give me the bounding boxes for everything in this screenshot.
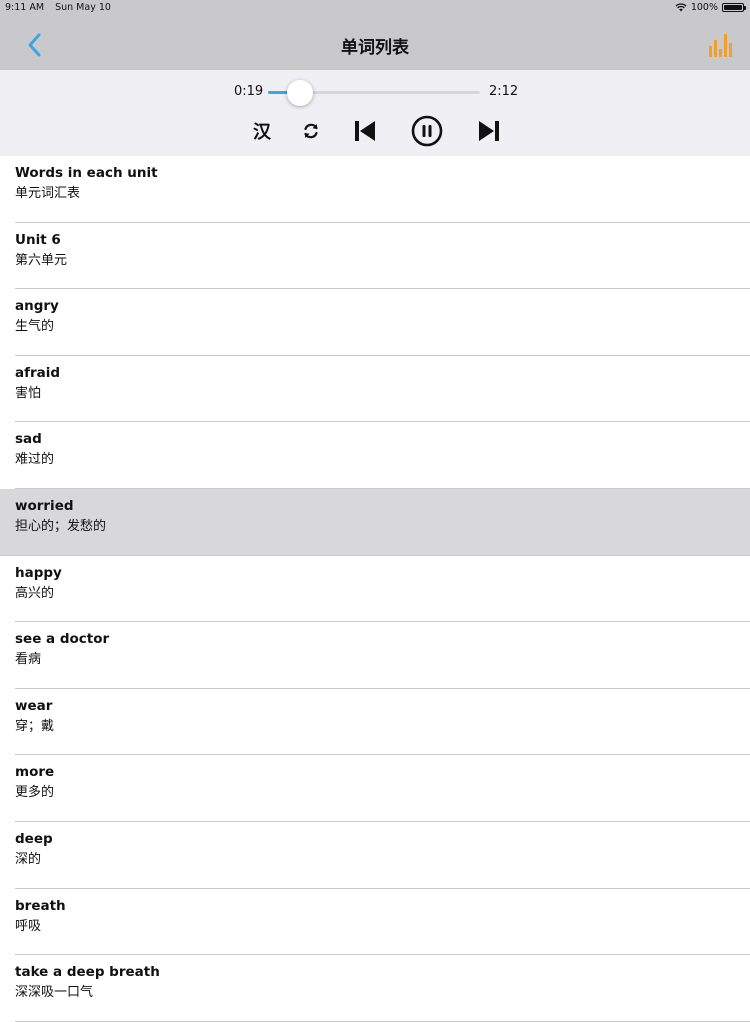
progress-slider[interactable]: [268, 80, 480, 106]
slider-thumb[interactable]: [286, 80, 313, 106]
meaning-text: 担心的；发愁的: [15, 518, 107, 534]
list-item[interactable]: see a doctor 看病: [0, 622, 750, 689]
list-item[interactable]: angry 生气的: [0, 289, 750, 356]
word-text: happy: [15, 564, 62, 581]
word-text: worried: [15, 497, 74, 514]
word-text: breath: [15, 897, 66, 914]
battery-percent: 100%: [690, 2, 718, 13]
meaning-text: 高兴的: [15, 585, 55, 601]
skip-next-icon: [479, 121, 499, 141]
meaning-text: 深深吸一口气: [15, 985, 94, 1001]
word-list: Words in each unit 单元词汇表 Unit 6 第六单元 angry 生气…: [0, 156, 750, 1022]
pause-icon: [411, 115, 443, 147]
word-text: more: [15, 764, 55, 781]
meaning-text: 第六单元: [15, 252, 68, 268]
wifi-icon: [675, 3, 687, 12]
chinese-toggle-button[interactable]: 汉: [250, 116, 274, 146]
list-item[interactable]: worried 担心的；发愁的: [0, 488, 750, 556]
list-item[interactable]: breath 呼吸: [0, 888, 750, 956]
battery-icon: [722, 3, 746, 12]
status-date: Sun May 10: [55, 2, 111, 13]
word-text: deep: [15, 830, 53, 847]
repeat-icon: [304, 123, 318, 139]
list-item[interactable]: take a deep breath 深深吸一口气: [0, 955, 750, 1022]
pause-button[interactable]: [410, 115, 444, 147]
navigation-bar: 9:11 AM Sun May 10 100% 单词列表: [0, 0, 750, 70]
word-text: Unit 6: [15, 231, 61, 248]
page-title: 单词列表: [341, 38, 409, 58]
next-button[interactable]: [476, 116, 502, 146]
statistics-button[interactable]: [708, 32, 732, 58]
list-item[interactable]: Unit 6 第六单元: [0, 222, 750, 290]
status-time: 9:11 AM: [5, 2, 45, 13]
list-item[interactable]: sad 难过的: [0, 422, 750, 489]
meaning-text: 深的: [15, 851, 42, 867]
list-item[interactable]: more 更多的: [0, 755, 750, 822]
status-right: 100%: [675, 2, 746, 13]
current-time: 0:19: [234, 84, 264, 99]
skip-previous-icon: [355, 121, 375, 141]
repeat-button[interactable]: [299, 116, 323, 146]
bar-chart-icon: [709, 34, 732, 57]
list-item[interactable]: happy 高兴的: [0, 555, 750, 623]
meaning-text: 看病: [15, 652, 42, 668]
previous-button[interactable]: [352, 116, 378, 146]
word-text: Words in each unit: [15, 165, 158, 181]
list-item[interactable]: wear 穿；戴: [0, 688, 750, 756]
meaning-text: 呼吸: [15, 918, 42, 934]
meaning-text: 更多的: [15, 785, 55, 801]
word-text: sad: [15, 431, 42, 448]
status-left: 9:11 AM Sun May 10: [5, 2, 119, 13]
total-time: 2:12: [489, 84, 519, 99]
meaning-text: 穿；戴: [15, 718, 55, 734]
status-bar: 9:11 AM Sun May 10 100%: [0, 0, 750, 16]
list-item[interactable]: deep 深的: [0, 821, 750, 889]
meaning-text: 生气的: [15, 319, 55, 335]
meaning-text: 难过的: [15, 452, 55, 468]
word-text: angry: [15, 298, 59, 315]
meaning-text: 单元词汇表: [15, 186, 81, 201]
audio-player: 0:19 2:12 汉: [0, 70, 750, 156]
word-text: see a doctor: [15, 631, 110, 648]
word-text: wear: [15, 697, 53, 714]
list-item[interactable]: afraid 害怕: [0, 355, 750, 423]
word-text: afraid: [15, 364, 61, 381]
list-item[interactable]: Words in each unit 单元词汇表: [0, 156, 750, 223]
word-text: take a deep breath: [15, 964, 160, 981]
meaning-text: 害怕: [15, 385, 42, 401]
